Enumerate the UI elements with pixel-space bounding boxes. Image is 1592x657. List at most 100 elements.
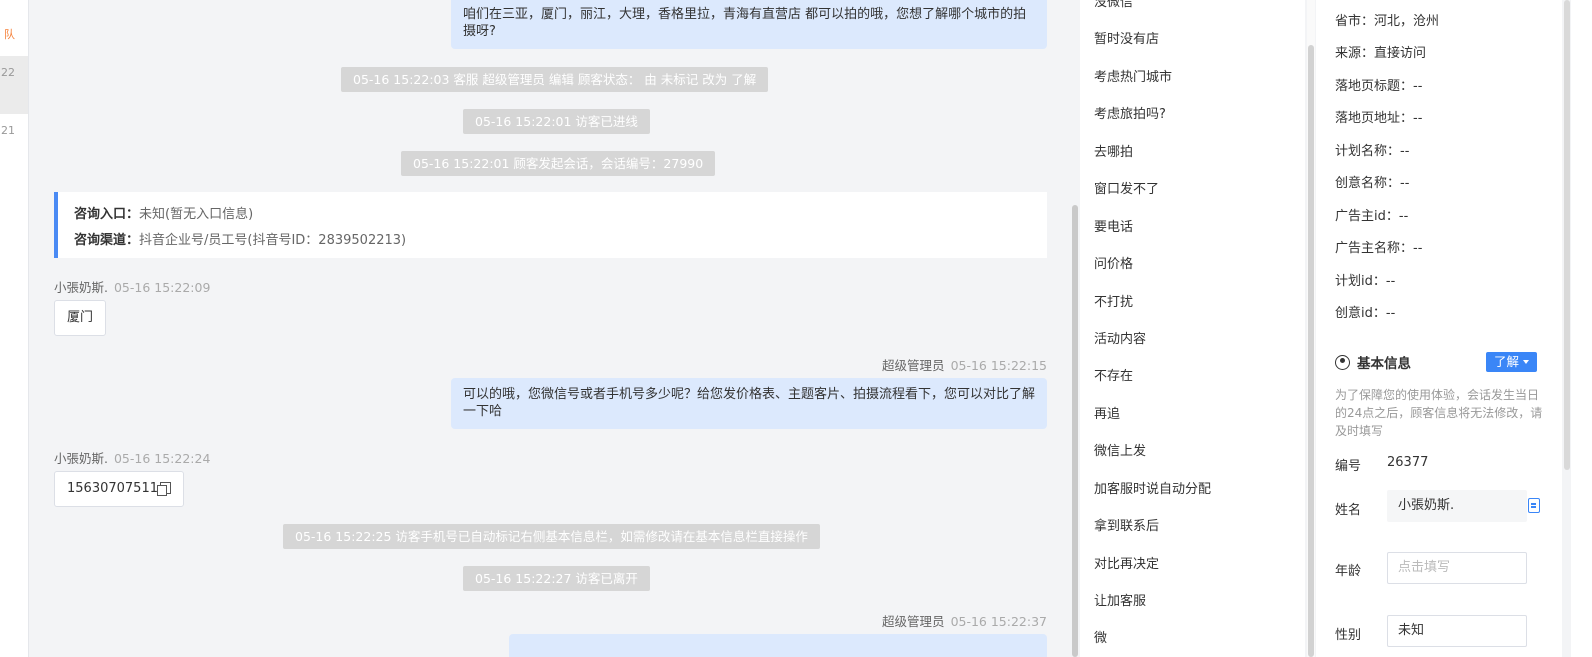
attr-landing-title: 落地页标题：-- (1335, 75, 1422, 94)
customer-status-dropdown[interactable]: 了解 (1486, 352, 1538, 372)
consult-channel-label: 咨询渠道： (74, 233, 140, 248)
basic-info-notice: 为了保障您的使用体验，会话发生当日的24点之后，顾客信息将无法修改，请及时填写 (1335, 388, 1543, 438)
info-scrollbar[interactable] (1563, 0, 1571, 470)
session-item-time: 22 (1, 66, 15, 79)
caret-down-icon (1523, 360, 1530, 364)
quick-reply-item[interactable]: 不存在 (1094, 365, 1133, 384)
customer-gender-label: 性别 (1335, 628, 1362, 643)
consult-channel-row: 咨询渠道：抖音企业号/员工号(抖音号ID：2839502213) (74, 228, 1031, 254)
session-item-time: 21 (1, 124, 15, 137)
attr-label: 计划id： (1335, 274, 1386, 289)
attr-label: 广告主名称： (1335, 241, 1414, 256)
consult-channel-value: 抖音企业号/员工号(抖音号ID：2839502213) (139, 233, 407, 248)
attr-label: 广告主id： (1335, 209, 1399, 224)
quick-reply-item[interactable]: 暂时没有店 (1094, 28, 1159, 47)
chat-scrollbar-thumb[interactable] (1072, 205, 1078, 657)
attr-label: 计划名称： (1335, 144, 1401, 159)
visitor-name: 小張奶斯. (54, 451, 108, 466)
attr-value: -- (1398, 209, 1409, 224)
quick-reply-item[interactable]: 微信上发 (1094, 440, 1146, 459)
system-message: 05-16 15:22:03 客服 超级管理员 编辑 顾客状态： 由 未标记 改… (341, 67, 769, 92)
message-time: 05-16 15:22:15 (950, 358, 1047, 373)
customer-age-placeholder: 点击填写 (1398, 560, 1451, 575)
attr-label: 落地页标题： (1335, 79, 1414, 94)
customer-age-input[interactable]: 点击填写 (1387, 552, 1527, 584)
basic-info-title: 基本信息 (1335, 352, 1411, 372)
quick-reply-item[interactable]: 窗口发不了 (1094, 178, 1159, 197)
chat-area: 咱们在三亚，厦门，丽江，大理，香格里拉，青海有直营店 都可以拍的哦，您想了解哪个… (30, 0, 1066, 657)
attr-province: 省市：河北，沧州 (1335, 10, 1439, 29)
agent-message-bubble: 可以的哦，您微信号或者手机号多少呢？给您发价格表、主题客片、拍摄流程看下，您可以… (451, 378, 1047, 429)
agent-message-bubble: 咱们在三亚，厦门，丽江，大理，香格里拉，青海有直营店 都可以拍的哦，您想了解哪个… (451, 0, 1047, 49)
attr-value: -- (1385, 274, 1396, 289)
quick-reply-item[interactable]: 拿到联系后 (1094, 515, 1159, 534)
quick-reply-item[interactable]: 微 (1094, 627, 1107, 646)
system-message: 05-16 15:22:01 顾客发起会话，会话编号：27990 (401, 151, 716, 176)
customer-gender-select[interactable]: 未知 (1387, 615, 1527, 647)
quick-reply-item[interactable]: 没微信 (1094, 0, 1133, 10)
attr-value: -- (1385, 306, 1396, 321)
consult-info-card: 咨询入口：未知(暂无入口信息) 咨询渠道：抖音企业号/员工号(抖音号ID：283… (54, 192, 1047, 258)
visitor-sender-line: 小張奶斯. 05-16 15:22:09 (54, 277, 210, 296)
system-message: 05-16 15:22:01 访客已进线 (463, 109, 650, 134)
customer-info-panel: 省市：河北，沧州 来源：直接访问 落地页标题：-- 落地页地址：-- 计划名称：… (1316, 0, 1562, 657)
attr-label: 创意id： (1335, 306, 1386, 321)
copy-document-icon[interactable] (1528, 498, 1540, 513)
attr-label: 省市： (1335, 14, 1375, 29)
attr-plan-name: 计划名称：-- (1335, 140, 1409, 159)
attr-value: -- (1413, 241, 1423, 256)
quick-reply-item[interactable]: 不打扰 (1094, 291, 1133, 310)
consult-entry-row: 咨询入口：未知(暂无入口信息) (74, 202, 1031, 228)
visitor-name: 小張奶斯. (54, 280, 108, 295)
quick-reply-item[interactable]: 考虑热门城市 (1094, 66, 1172, 85)
quick-reply-item[interactable]: 再追 (1094, 403, 1120, 422)
customer-status-label: 了解 (1494, 354, 1520, 369)
attr-advertiser-id: 广告主id：-- (1335, 205, 1408, 224)
visitor-sender-line: 小張奶斯. 05-16 15:22:24 (54, 448, 210, 467)
message-time: 05-16 15:22:37 (950, 614, 1047, 629)
customer-id-label: 编号 (1335, 459, 1362, 474)
quick-reply-item[interactable]: 去哪拍 (1094, 141, 1133, 160)
quick-reply-panel: 没微信 暂时没有店 考虑热门城市 考虑旅拍吗? 去哪拍 窗口发不了 要电话 问价… (1080, 0, 1305, 657)
info-scrollbar-thumb[interactable] (1564, 0, 1570, 470)
quick-reply-item[interactable]: 加客服时说自动分配 (1094, 478, 1211, 497)
attr-creative-id: 创意id：-- (1335, 302, 1395, 321)
agent-name: 超级管理员 (882, 358, 945, 373)
quick-reply-item[interactable]: 考虑旅拍吗? (1094, 103, 1166, 122)
quick-reply-item[interactable]: 问价格 (1094, 253, 1133, 272)
attr-label: 落地页地址： (1335, 111, 1414, 126)
quick-reply-scrollbar[interactable] (1307, 0, 1315, 657)
quick-reply-scrollbar-thumb[interactable] (1308, 45, 1314, 657)
attr-value: -- (1400, 176, 1410, 191)
agent-sender-line: 超级管理员 05-16 15:22:15 (882, 355, 1047, 374)
consult-entry-value: 未知(暂无入口信息) (139, 207, 254, 222)
quick-reply-item[interactable]: 要电话 (1094, 216, 1133, 235)
system-message: 05-16 15:22:27 访客已离开 (463, 566, 650, 591)
quick-reply-item[interactable]: 对比再决定 (1094, 553, 1159, 572)
attr-landing-url: 落地页地址：-- (1335, 107, 1422, 126)
attr-value: -- (1400, 144, 1410, 159)
attr-advertiser-name: 广告主名称：-- (1335, 237, 1422, 256)
visitor-phone-text: 15630707511 (67, 481, 158, 496)
attr-value: -- (1413, 111, 1423, 126)
visitor-message-bubble: 厦门 (54, 300, 107, 336)
customer-id-value: 26377 (1387, 455, 1429, 470)
basic-info-title-text: 基本信息 (1357, 356, 1411, 372)
customer-age-label: 年龄 (1335, 564, 1362, 579)
message-time: 05-16 15:22:09 (113, 280, 211, 295)
session-item-selected[interactable]: 22 (0, 56, 28, 114)
quick-reply-item[interactable]: 让加客服 (1094, 590, 1146, 609)
customer-name-label: 姓名 (1335, 503, 1362, 518)
attr-value: -- (1413, 79, 1423, 94)
user-circle-icon (1335, 355, 1350, 370)
visitor-phone-bubble: 15630707511 (54, 471, 184, 507)
chat-scrollbar[interactable] (1071, 0, 1079, 657)
right-edge-panel (1571, 0, 1592, 657)
copy-icon[interactable] (156, 482, 171, 496)
agent-name: 超级管理员 (882, 614, 945, 629)
session-list-strip: 队 22 21 (0, 0, 29, 657)
attr-value: 河北，沧州 (1374, 14, 1440, 29)
system-message: 05-16 15:22:25 访客手机号已自动标记右侧基本信息栏，如需修改请在基… (283, 524, 820, 549)
customer-name-field[interactable]: 小張奶斯. (1387, 490, 1527, 522)
quick-reply-item[interactable]: 活动内容 (1094, 328, 1146, 347)
